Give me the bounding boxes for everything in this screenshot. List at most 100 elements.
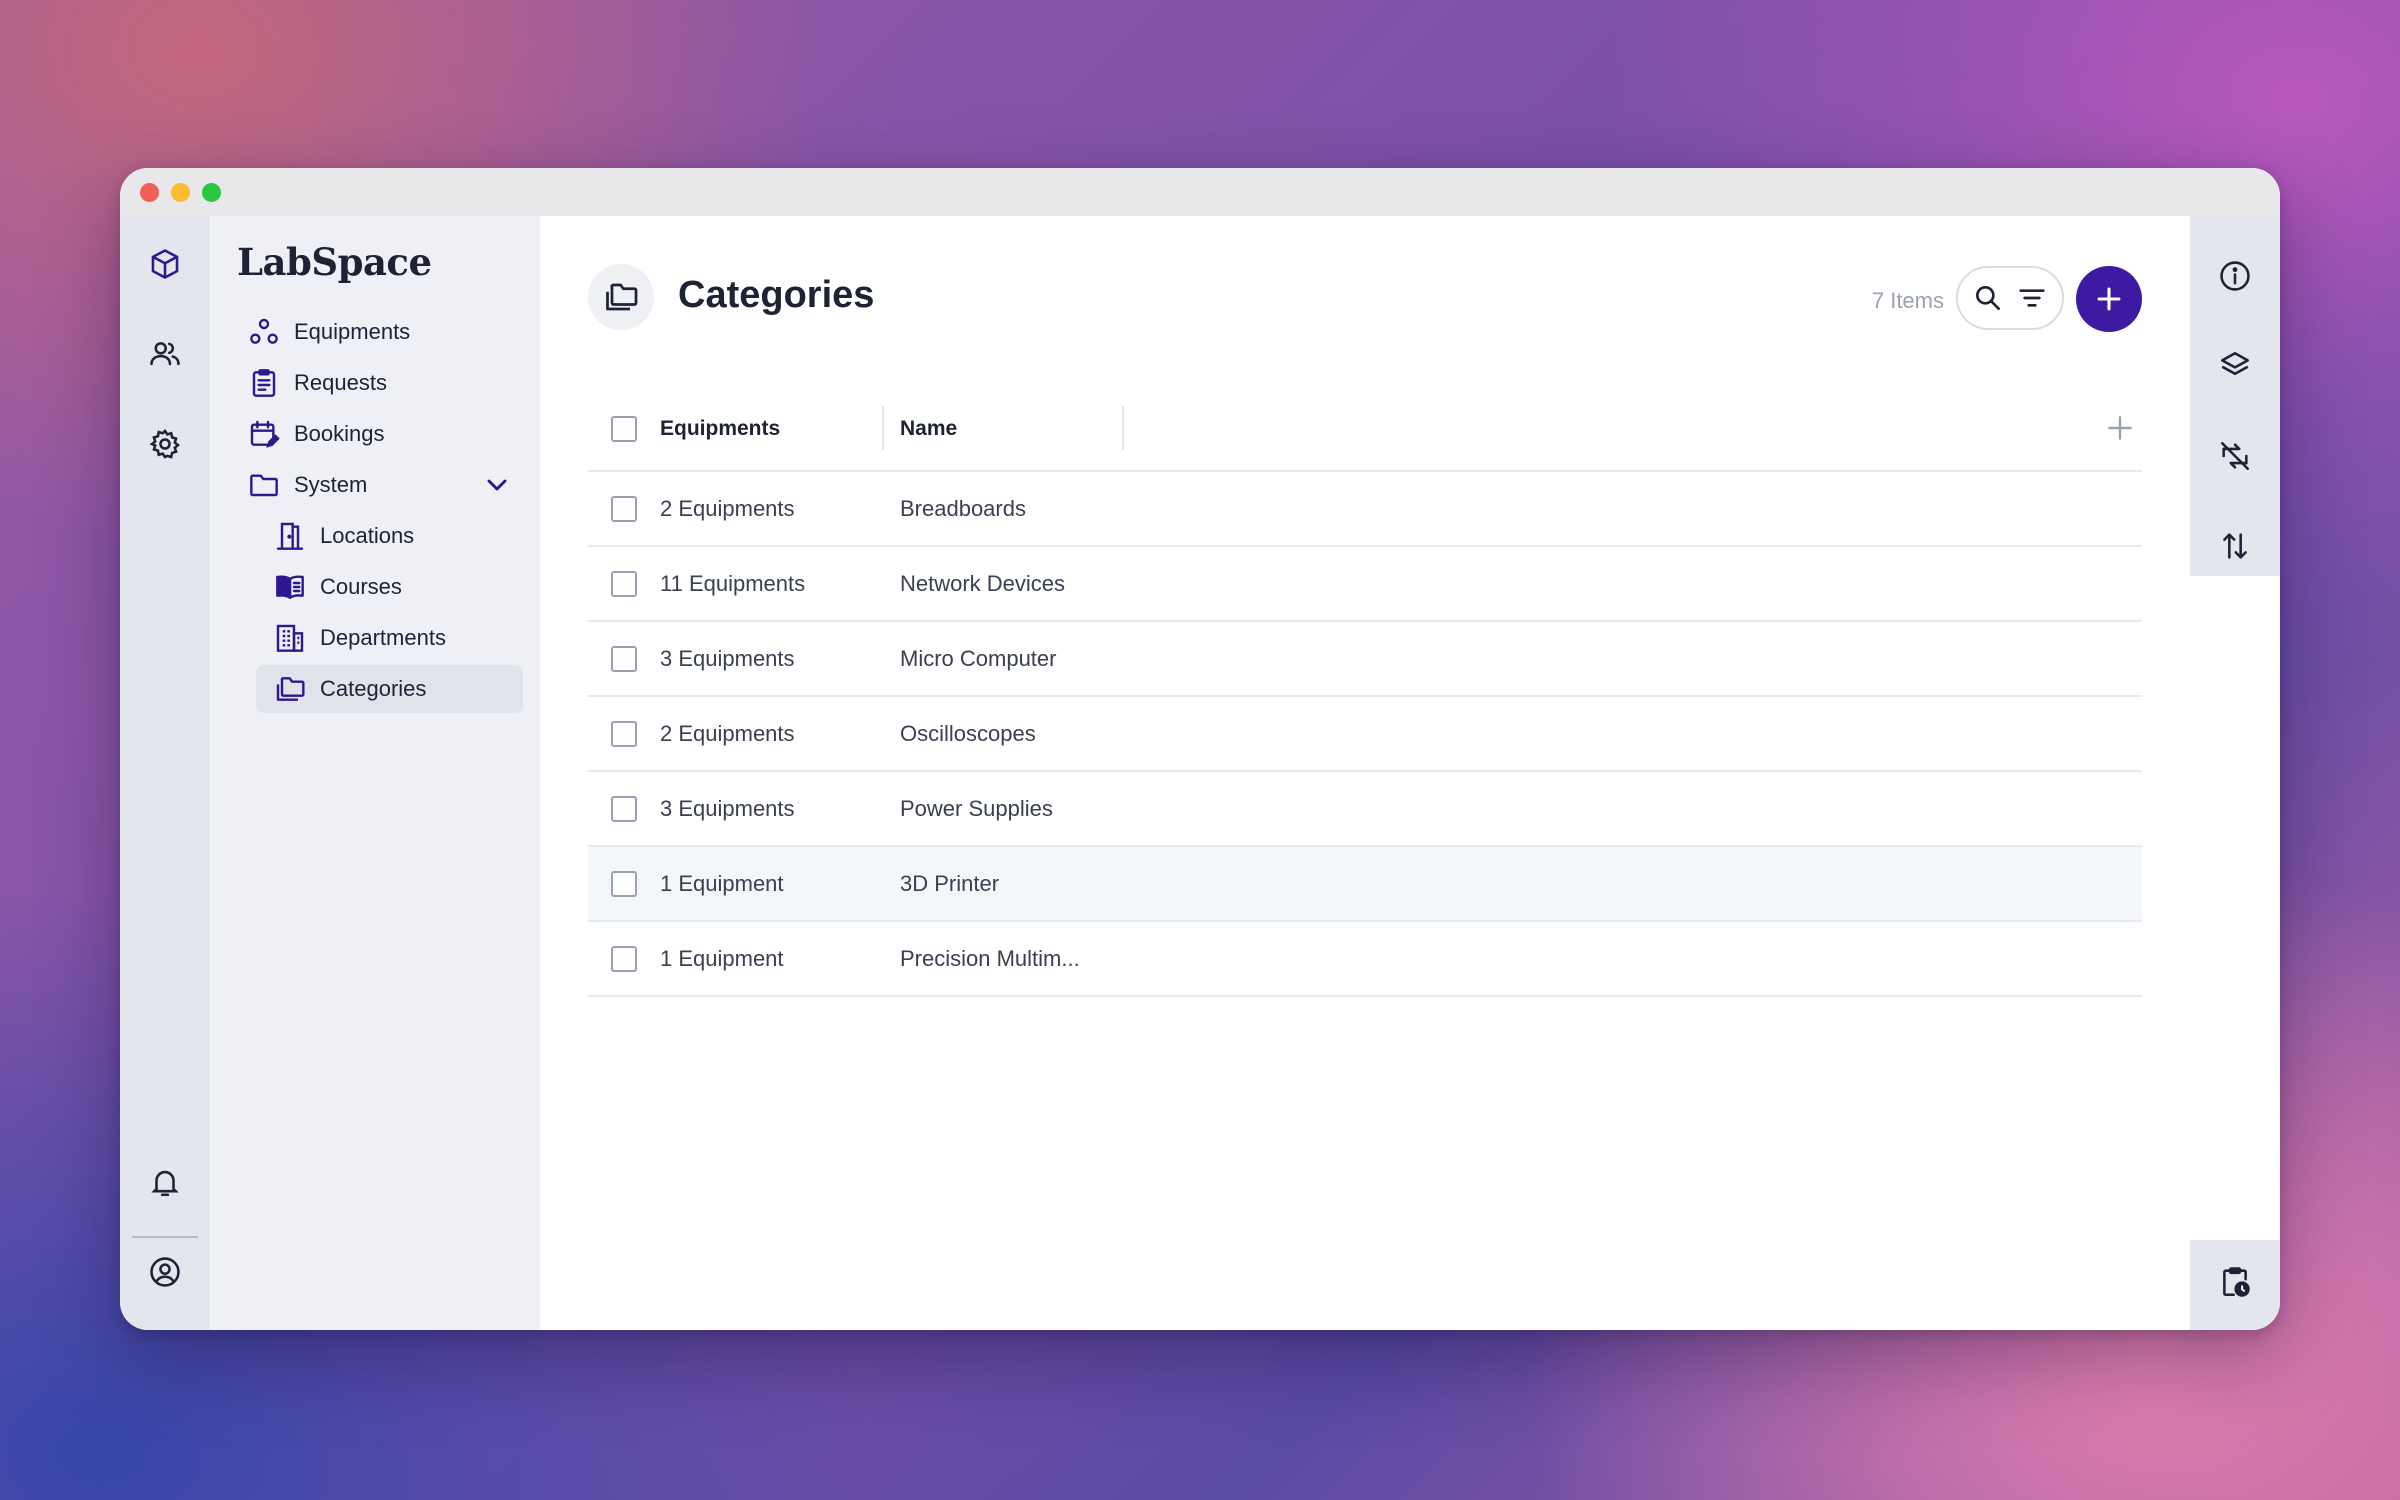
- categories-table: Equipments Name 2 Equipments Breadboards…: [588, 388, 2142, 997]
- sync-off-icon: [2220, 441, 2250, 471]
- right-toolbar: [2190, 216, 2280, 1330]
- minimize-window-button[interactable]: [171, 182, 190, 202]
- sidebar-item-system[interactable]: System: [248, 461, 513, 509]
- folders-icon: [606, 283, 638, 311]
- sort-button[interactable]: [2190, 510, 2280, 582]
- bell-icon: [151, 1170, 179, 1197]
- sidebar-item-label: Requests: [294, 370, 387, 395]
- layers-button[interactable]: [2190, 330, 2280, 402]
- row-checkbox[interactable]: [611, 570, 637, 597]
- table-row[interactable]: 11 Equipments Network Devices: [588, 547, 2142, 622]
- cell-name: Precision Multim...: [900, 945, 1080, 971]
- table-row[interactable]: 3 Equipments Power Supplies: [588, 772, 2142, 847]
- sidebar-item-courses[interactable]: Courses: [274, 563, 514, 611]
- close-window-button[interactable]: [140, 182, 159, 202]
- cell-equipments: 2 Equipments: [660, 720, 795, 746]
- cube-icon: [151, 249, 179, 279]
- sidebar-item-label: Equipments: [294, 319, 411, 344]
- user-circle-icon: [150, 1257, 180, 1287]
- sidebar-item-departments[interactable]: Departments: [274, 614, 514, 662]
- row-checkbox[interactable]: [611, 720, 637, 747]
- clipboard-clock-icon: [2223, 1267, 2250, 1297]
- rail-inventory-button[interactable]: [120, 228, 210, 300]
- table-row[interactable]: 2 Equipments Oscilloscopes: [588, 697, 2142, 772]
- sidebar-item-label: System: [294, 472, 368, 497]
- maximize-window-button[interactable]: [202, 182, 221, 202]
- sidebar-item-label: Locations: [320, 523, 415, 548]
- sort-arrows-icon: [2223, 533, 2247, 559]
- info-button[interactable]: [2190, 240, 2280, 312]
- rail-settings-button[interactable]: [120, 408, 210, 480]
- column-resize-handle[interactable]: [882, 406, 884, 450]
- cell-name: Oscilloscopes: [900, 720, 1036, 746]
- clipboard-icon: [252, 369, 276, 397]
- cell-name: Breadboards: [900, 495, 1026, 521]
- brand-logo: LabSpace: [237, 240, 432, 284]
- door-icon: [276, 522, 304, 550]
- calendar-edit-icon: [250, 420, 280, 448]
- row-checkbox[interactable]: [611, 495, 637, 522]
- building-icon: [276, 624, 304, 652]
- rail-profile-button[interactable]: [120, 1236, 210, 1308]
- rail-notifications-button[interactable]: [120, 1146, 210, 1218]
- filter-icon[interactable]: [2016, 282, 2048, 314]
- item-count: 7 Items: [1871, 288, 1944, 313]
- sidebar-item-label: Courses: [320, 574, 402, 599]
- book-icon: [276, 575, 304, 599]
- sidebar-item-locations[interactable]: Locations: [274, 512, 514, 560]
- column-header-equipments[interactable]: Equipments: [660, 417, 900, 441]
- sidebar-item-bookings[interactable]: Bookings: [248, 410, 513, 458]
- row-checkbox[interactable]: [611, 795, 637, 822]
- plus-icon: [2097, 287, 2121, 311]
- row-checkbox[interactable]: [611, 945, 637, 972]
- folder-icon: [250, 474, 278, 497]
- cell-name: Power Supplies: [900, 795, 1053, 821]
- rail-users-button[interactable]: [120, 318, 210, 390]
- row-checkbox[interactable]: [611, 645, 637, 672]
- chevron-down-icon[interactable]: [481, 469, 513, 501]
- column-resize-handle[interactable]: [1122, 406, 1124, 450]
- cell-equipments: 2 Equipments: [660, 495, 795, 521]
- sidebar-item-label: Bookings: [294, 421, 385, 446]
- sidebar-item-equipments[interactable]: Equipments: [248, 308, 513, 356]
- table-header: Equipments Name: [588, 388, 2142, 472]
- sync-off-button[interactable]: [2190, 420, 2280, 492]
- cell-name: Micro Computer: [900, 645, 1057, 671]
- cell-equipments: 3 Equipments: [660, 645, 795, 671]
- gear-icon: [149, 428, 181, 459]
- search-filter-pill[interactable]: [1956, 266, 2064, 330]
- icon-rail: [120, 216, 210, 1330]
- clipboard-time-button[interactable]: [2190, 1246, 2280, 1318]
- table-row[interactable]: 3 Equipments Micro Computer: [588, 622, 2142, 697]
- sidebar: LabSpace Equipments Requests Bookings Sy…: [210, 216, 540, 1330]
- cell-equipments: 1 Equipment: [660, 945, 784, 971]
- add-category-button[interactable]: [2076, 266, 2142, 332]
- row-checkbox[interactable]: [611, 870, 637, 897]
- search-icon[interactable]: [1972, 282, 2004, 314]
- select-all-checkbox[interactable]: [611, 416, 637, 442]
- page-title: Categories: [678, 274, 875, 316]
- app-window: LabSpace Equipments Requests Bookings Sy…: [120, 168, 2280, 1330]
- sidebar-item-requests[interactable]: Requests: [248, 359, 513, 407]
- table-row[interactable]: 1 Equipment 3D Printer: [588, 847, 2142, 922]
- cell-equipments: 1 Equipment: [660, 870, 784, 896]
- info-icon: [2220, 261, 2250, 291]
- main-content: Categories 7 Items Equipments Name 2 Equ…: [540, 216, 2190, 1330]
- layers-icon: [2220, 351, 2250, 376]
- folders-icon: [276, 677, 305, 701]
- sidebar-item-label: Departments: [320, 625, 446, 650]
- table-row[interactable]: 2 Equipments Breadboards: [588, 472, 2142, 547]
- cell-name: Network Devices: [900, 570, 1066, 596]
- cell-name: 3D Printer: [900, 870, 1000, 896]
- column-header-name[interactable]: Name: [900, 417, 1140, 441]
- table-row[interactable]: 1 Equipment Precision Multim...: [588, 922, 2142, 997]
- cell-equipments: 11 Equipments: [660, 570, 806, 596]
- sidebar-item-categories[interactable]: Categories: [256, 665, 523, 713]
- users-icon: [150, 342, 180, 366]
- add-column-icon[interactable]: [2104, 412, 2136, 444]
- page-icon: [588, 264, 654, 330]
- sidebar-item-label: Categories: [320, 676, 427, 701]
- equipments-icon: [250, 318, 278, 344]
- titlebar: [120, 168, 2280, 216]
- cell-equipments: 3 Equipments: [660, 795, 795, 821]
